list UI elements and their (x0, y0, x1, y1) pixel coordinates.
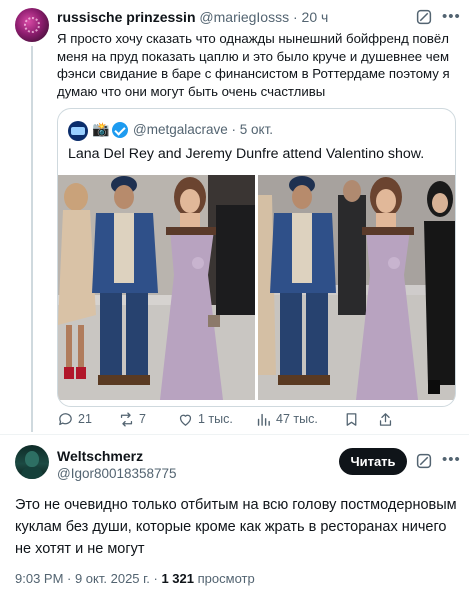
more-icon[interactable]: ••• (442, 8, 462, 25)
camera-icon: 📸 (92, 121, 110, 137)
quote-time[interactable]: 5 окт. (240, 122, 273, 137)
author-handle[interactable]: @mariegIosss (199, 9, 289, 25)
reply-icon (59, 412, 72, 425)
like-button[interactable]: 1 тыс. (177, 408, 233, 430)
tweet-reply[interactable]: Weltschmerz @Igor80018358775 Читать ••• … (0, 435, 469, 600)
tweet-main[interactable]: russische prinzessin @mariegIosss · 20 ч… (0, 0, 469, 434)
follow-button[interactable]: Читать (339, 448, 407, 475)
thread-line (31, 46, 33, 432)
repost-count: 7 (139, 412, 146, 426)
quote-avatar[interactable] (68, 121, 88, 141)
quote-text: Lana Del Rey and Jeremy Dunfre attend Va… (68, 146, 425, 162)
tweet-time[interactable]: 20 ч (302, 9, 329, 25)
action-bar: 21 7 1 тыс. 47 тыс. (57, 408, 462, 430)
bookmark-icon (346, 412, 357, 426)
repost-button[interactable]: 7 (118, 408, 146, 430)
separator-dot: · (292, 9, 302, 25)
separator-dot: · (227, 122, 240, 137)
share-button[interactable] (377, 408, 394, 430)
repost-icon (120, 411, 133, 427)
like-count: 1 тыс. (198, 412, 233, 426)
views-icon (257, 413, 270, 426)
quoted-tweet[interactable]: 📸 @metgalacrave · 5 окт. Lana Del Rey an… (57, 108, 456, 407)
author-avatar[interactable] (15, 445, 49, 479)
quote-handle[interactable]: @metgalacrave (133, 122, 228, 137)
views-label: просмотр (194, 571, 255, 586)
like-icon (179, 414, 192, 426)
quote-photo-left[interactable] (58, 175, 255, 400)
reply-count: 21 (78, 412, 92, 426)
verified-icon (112, 122, 128, 138)
author-name[interactable]: russische prinzessin (57, 9, 196, 25)
quote-photo-right[interactable] (258, 175, 455, 400)
tweet-text: Я просто хочу сказать что однажды нынешн… (57, 31, 450, 99)
share-icon (379, 412, 392, 426)
views-button[interactable]: 47 тыс. (255, 408, 318, 430)
tweet-header: russische prinzessin @mariegIosss · 20 ч (57, 9, 328, 25)
reply-button[interactable]: 21 (57, 408, 92, 430)
author-name[interactable]: Weltschmerz (57, 448, 143, 464)
grok-icon[interactable] (415, 452, 433, 470)
views-count: 1 321 (161, 571, 195, 586)
author-handle[interactable]: @Igor80018358775 (57, 466, 177, 481)
tweet-meta: 9:03 PM · 9 окт. 2025 г. · 1 321 просмот… (15, 571, 255, 586)
quote-header: @metgalacrave · 5 окт. (133, 122, 273, 137)
views-count: 47 тыс. (276, 412, 318, 426)
tweet-timestamp[interactable]: 9:03 PM · 9 окт. 2025 г. · (15, 571, 161, 586)
more-icon[interactable]: ••• (442, 451, 461, 468)
tweet-text: Это не очевидно только отбитым на всю го… (15, 497, 457, 557)
bookmark-button[interactable] (343, 408, 360, 430)
grok-icon[interactable] (415, 8, 433, 26)
author-avatar[interactable] (15, 8, 49, 42)
